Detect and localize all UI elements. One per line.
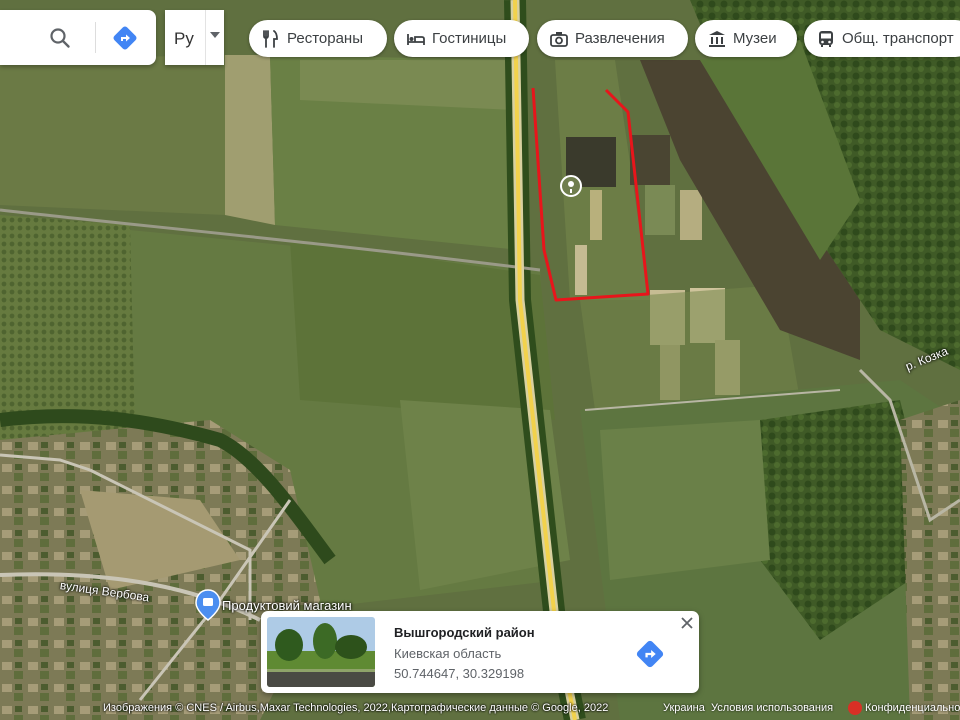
place-title: Вышгородский район [394,625,535,640]
chip-label: Общ. транспорт [842,30,954,47]
search-separator [95,22,96,53]
footer-privacy-link[interactable]: Конфиденциально [865,702,960,714]
layer-select-dropdown[interactable] [205,10,224,65]
chip-hotels[interactable]: Гостиницы [394,20,529,57]
footer-terms-link[interactable]: Условия использования [711,702,833,714]
directions-diamond-icon [113,26,137,50]
directions-button[interactable] [110,23,140,53]
street-view-image [267,617,375,687]
privacy-icon[interactable] [848,701,862,715]
layer-select-label: Ру [174,29,194,48]
card-directions-button[interactable] [633,637,667,671]
chip-museums[interactable]: Музеи [695,20,797,57]
caret-down-icon [210,32,220,38]
dropped-pin-icon[interactable] [560,175,582,197]
card-close-button[interactable] [679,615,695,631]
chip-label: Развлечения [575,30,665,47]
bus-icon [816,29,836,49]
chip-label: Гостиницы [432,30,507,47]
museum-icon [707,29,727,49]
footer-country[interactable]: Украина [663,702,705,714]
fork-knife-icon [261,29,281,49]
chip-transit[interactable]: Общ. транспорт [804,20,960,57]
search-button[interactable] [46,24,74,52]
place-coordinates: 50.744647, 30.329198 [394,666,525,681]
directions-diamond-icon [636,640,664,668]
layer-select[interactable]: Ру [165,10,224,65]
street-view-thumbnail[interactable] [267,617,375,687]
magnifier-icon [50,28,70,48]
chip-label: Рестораны [287,30,363,47]
search-box[interactable] [0,10,156,65]
bed-icon [406,29,426,49]
map-attribution: Изображения © CNES / Airbus,Maxar Techno… [103,702,609,714]
place-card[interactable]: Вышгородский район Киевская область 50.7… [261,611,699,693]
chip-restaurants[interactable]: Рестораны [249,20,387,57]
close-icon [681,617,693,629]
place-region: Киевская область [394,646,502,661]
chip-entertainment[interactable]: Развлечения [537,20,688,57]
chip-label: Музеи [733,30,777,47]
camera-icon [549,29,569,49]
